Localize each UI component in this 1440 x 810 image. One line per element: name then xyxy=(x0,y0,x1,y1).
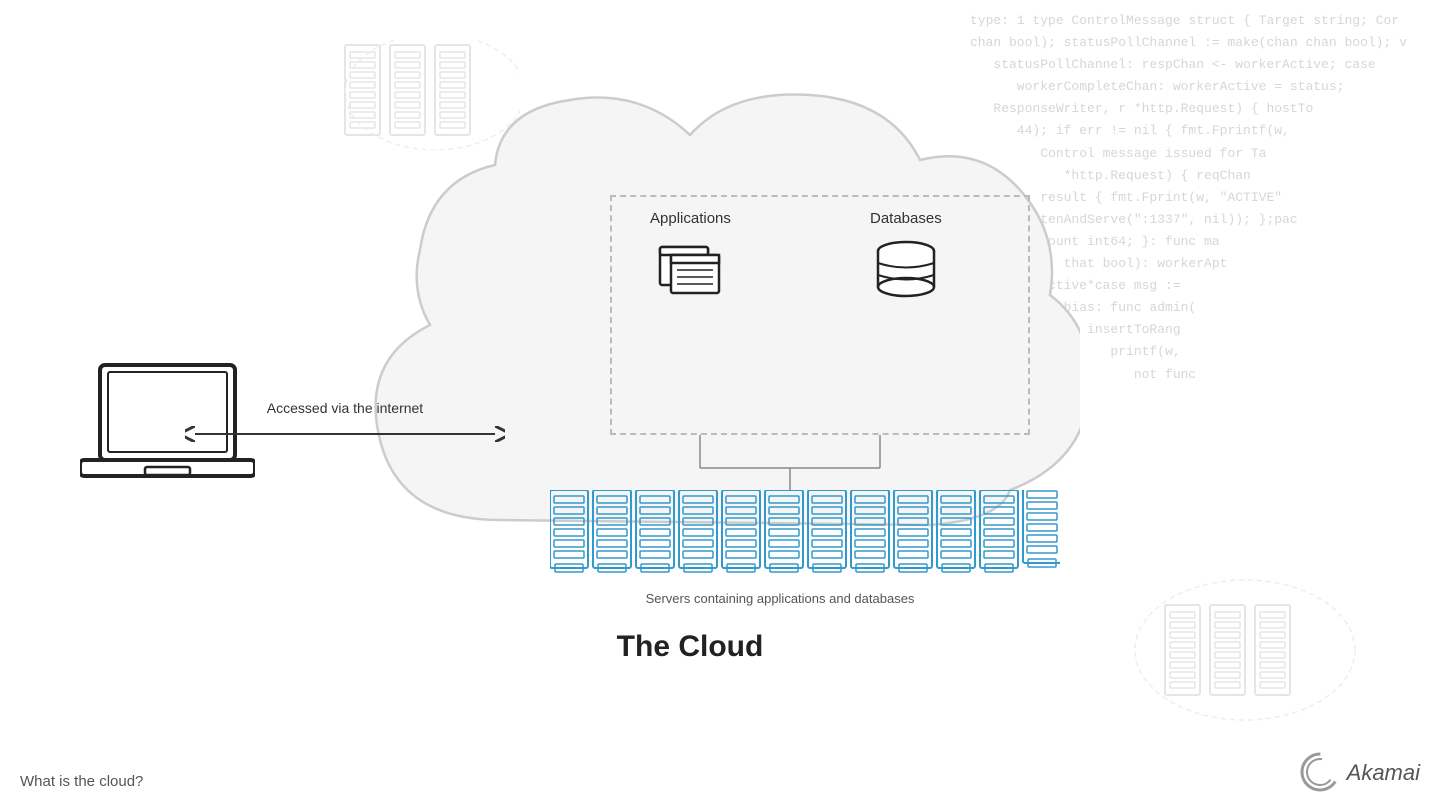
databases-label: Databases xyxy=(870,210,942,227)
applications-label: Applications xyxy=(650,210,731,227)
server-row xyxy=(550,490,1060,575)
blue-servers-svg xyxy=(550,490,1060,575)
akamai-logo: Akamai xyxy=(1298,750,1420,795)
arrow-svg xyxy=(185,420,505,448)
applications-icon xyxy=(655,235,725,300)
applications-section: Applications xyxy=(650,210,731,300)
cloud-title: The Cloud xyxy=(300,630,1080,664)
akamai-text: Akamai xyxy=(1347,760,1420,786)
akamai-icon xyxy=(1298,750,1343,795)
databases-icon xyxy=(871,235,941,305)
page-footer-label: What is the cloud? xyxy=(20,773,143,790)
decorative-servers-bottom-right xyxy=(1130,575,1360,730)
internet-arrow: Accessed via the internet xyxy=(185,400,505,448)
databases-section: Databases xyxy=(870,210,942,305)
servers-label: Servers containing applications and data… xyxy=(500,590,1060,608)
arrow-text: Accessed via the internet xyxy=(267,400,423,416)
